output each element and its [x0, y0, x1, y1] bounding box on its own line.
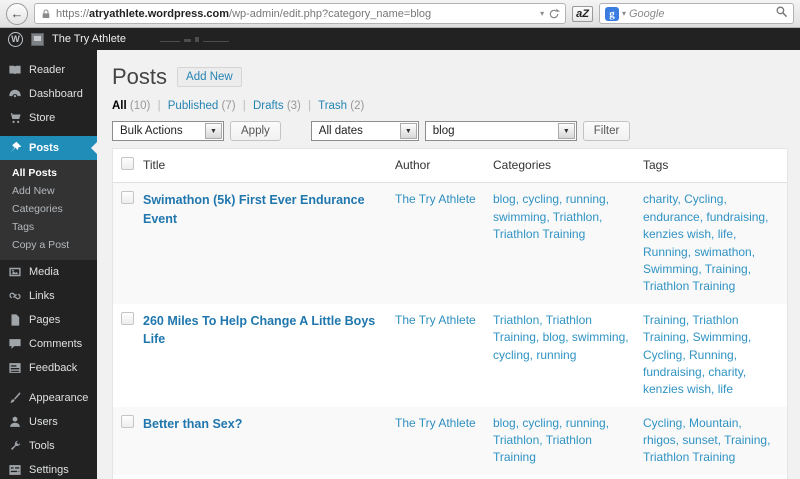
table-row: Better than Sex? The Try Athlete blog, c… [113, 406, 787, 475]
sidebar-item-settings[interactable]: Settings [0, 458, 97, 479]
view-drafts-link[interactable]: Drafts [253, 100, 284, 112]
wordpress-logo-icon[interactable]: W [8, 31, 23, 47]
row-checkbox[interactable] [121, 414, 134, 428]
pushpin-icon [10, 141, 22, 153]
submenu-add-new[interactable]: Add New [0, 182, 97, 200]
sidebar-item-links[interactable]: Links [0, 284, 97, 308]
submenu-tags[interactable]: Tags [0, 218, 97, 236]
page-icon [11, 314, 20, 326]
post-tags-links[interactable]: Cycling, Mountain, rhigos, sunset, Train… [643, 416, 770, 465]
apply-button[interactable]: Apply [230, 121, 281, 141]
submenu-categories[interactable]: Categories [0, 200, 97, 218]
post-categories-links[interactable]: blog, cycling, running, Triathlon, Triat… [493, 416, 609, 465]
post-title-link[interactable]: Swimathon (5k) First Ever Endurance Even… [143, 193, 365, 225]
row-checkbox[interactable] [121, 311, 134, 325]
sidebar-item-tools[interactable]: Tools [0, 434, 97, 458]
sidebar-item-appearance[interactable]: Appearance [0, 386, 97, 410]
reader-icon [9, 65, 21, 75]
table-row: <strong>Tom Tom Multi Sports Watch Revie… [113, 475, 787, 479]
site-icon [31, 32, 44, 46]
sidebar-item-users[interactable]: Users [0, 410, 97, 434]
reload-icon[interactable] [548, 8, 561, 20]
view-published-link[interactable]: Published [168, 100, 219, 112]
posts-page: Posts Add New All (10) | Published (7) |… [97, 50, 800, 479]
feedback-form-icon [9, 363, 21, 373]
wp-admin-bar: W The Try Athlete [0, 28, 800, 50]
column-header-title: Title [143, 158, 166, 172]
sidebar-item-comments[interactable]: Comments [0, 332, 97, 356]
sidebar-item-posts[interactable]: Posts [0, 136, 97, 160]
post-author-link[interactable]: The Try Athlete [395, 416, 476, 430]
view-all-link[interactable]: All [112, 100, 127, 112]
google-favicon[interactable]: g [604, 6, 619, 21]
sidebar-item-reader[interactable]: Reader [0, 58, 97, 82]
active-menu-arrow [91, 142, 97, 154]
table-row: 260 Miles To Help Change A Little Boys L… [113, 304, 787, 407]
post-title-link[interactable]: Better than Sex? [143, 417, 242, 431]
column-header-categories: Categories [493, 158, 552, 172]
az-extension-icon[interactable]: aZ [572, 5, 593, 22]
lock-icon [40, 8, 52, 20]
search-input[interactable] [629, 7, 772, 20]
sidebar-item-pages[interactable]: Pages [0, 308, 97, 332]
post-categories-links[interactable]: blog, cycling, running, swimming, Triath… [493, 192, 609, 241]
address-bar[interactable]: https://atryathlete.wordpress.com/wp-adm… [34, 3, 567, 24]
tablenav-top: Bulk Actions ▼ Apply All dates ▼ blog ▼ … [112, 121, 788, 141]
submenu-all-posts[interactable]: All Posts [0, 164, 97, 182]
view-trash-link[interactable]: Trash [318, 100, 347, 112]
row-checkbox[interactable] [121, 191, 134, 205]
filter-button[interactable]: Filter [582, 121, 631, 141]
posts-table: Title Author Categories Tags Swimathon (… [112, 148, 788, 479]
post-author-link[interactable]: The Try Athlete [395, 313, 476, 327]
category-filter-select[interactable]: blog ▼ [424, 121, 577, 141]
store-icon [8, 113, 21, 124]
media-icon [9, 267, 21, 277]
table-row: Swimathon (5k) First Ever Endurance Even… [113, 183, 787, 304]
page-title: Posts [112, 64, 168, 89]
sidebar-item-media[interactable]: Media [0, 260, 97, 284]
sidebar-item-feedback[interactable]: Feedback [0, 356, 97, 380]
post-status-views: All (10) | Published (7) | Drafts (3) | … [112, 100, 365, 112]
url-dropdown-icon[interactable]: ▾ [540, 9, 544, 18]
dates-filter-select[interactable]: All dates ▼ [310, 121, 419, 141]
magnifier-icon[interactable] [775, 5, 788, 23]
browser-window: ← https://atryathlete.wordpress.com/wp-a… [0, 0, 800, 479]
wrench-icon [11, 440, 21, 450]
url-text: https://atryathlete.wordpress.com/wp-adm… [56, 7, 432, 20]
settings-sliders-icon [9, 465, 21, 475]
browser-toolbar: ← https://atryathlete.wordpress.com/wp-a… [0, 0, 800, 28]
post-tags-links[interactable]: Training, Triathlon Training, Swimming, … [643, 313, 751, 397]
search-engine-dropdown-icon[interactable]: ▾ [622, 9, 626, 18]
select-arrow-icon: ▼ [399, 123, 417, 139]
select-all-checkbox[interactable] [121, 157, 134, 170]
paintbrush-icon [10, 392, 21, 403]
search-box: g ▾ [598, 3, 794, 24]
back-button[interactable]: ← [6, 2, 28, 25]
post-title-link[interactable]: 260 Miles To Help Change A Little Boys L… [143, 314, 375, 346]
chain-link-icon [9, 292, 21, 300]
post-author-link[interactable]: The Try Athlete [395, 192, 476, 206]
dashboard-icon [9, 89, 21, 98]
post-tags-links[interactable]: charity, Cycling, endurance, fundraising… [643, 192, 768, 293]
admin-menu: Reader Dashboard Store Posts All Posts A… [0, 50, 97, 479]
table-header-row: Title Author Categories Tags [113, 149, 787, 184]
add-new-button[interactable]: Add New [177, 67, 242, 87]
bulk-actions-select[interactable]: Bulk Actions ▼ [112, 121, 224, 141]
post-categories-links[interactable]: Triathlon, Triathlon Training, blog, swi… [493, 313, 629, 362]
submenu-copy-a-post[interactable]: Copy a Post [0, 236, 97, 254]
posts-submenu: All Posts Add New Categories Tags Copy a… [0, 160, 97, 260]
site-name-link[interactable]: The Try Athlete [52, 33, 126, 45]
speech-bubble-icon [9, 339, 21, 349]
sidebar-item-store[interactable]: Store [0, 106, 97, 130]
adminbar-faint-items [159, 36, 229, 42]
column-header-tags: Tags [643, 158, 669, 172]
sidebar-item-dashboard[interactable]: Dashboard [0, 82, 97, 106]
person-icon [10, 416, 20, 427]
select-arrow-icon: ▼ [557, 123, 575, 139]
select-arrow-icon: ▼ [205, 123, 222, 139]
column-header-author: Author [395, 158, 431, 172]
